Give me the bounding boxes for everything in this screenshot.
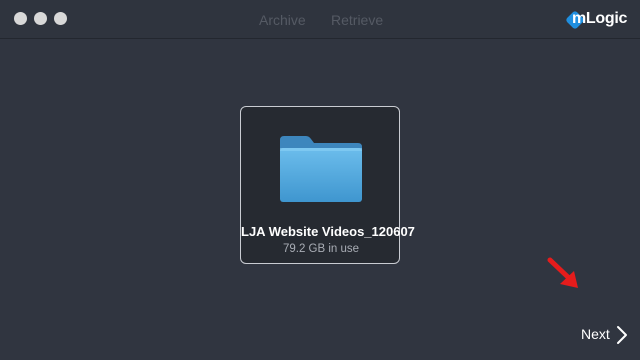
close-window-button[interactable]	[14, 12, 27, 25]
tab-archive[interactable]: Archive	[259, 12, 306, 28]
red-arrow-annotation-icon	[547, 257, 578, 288]
tab-retrieve[interactable]: Retrieve	[331, 12, 383, 28]
next-label: Next	[581, 326, 610, 342]
volume-usage: 79.2 GB in use	[282, 243, 360, 255]
logo-wordmark: mLogic	[572, 10, 628, 27]
minimize-window-button[interactable]	[34, 12, 47, 25]
chevron-right-icon	[617, 326, 627, 344]
app-window: Archive Retrieve mLogic LJA Website Vide…	[0, 0, 640, 360]
zoom-window-button[interactable]	[54, 12, 67, 25]
folder-icon	[280, 136, 362, 202]
next-button[interactable]: Next	[578, 323, 632, 347]
volume-card[interactable]: LJA Website Videos_120607 79.2 GB in use	[240, 106, 415, 264]
main-content: LJA Website Videos_120607 79.2 GB in use…	[0, 39, 640, 360]
title-bar: Archive Retrieve mLogic	[0, 0, 640, 39]
volume-name: LJA Website Videos_120607	[241, 224, 415, 239]
mlogic-logo: mLogic	[564, 8, 636, 32]
